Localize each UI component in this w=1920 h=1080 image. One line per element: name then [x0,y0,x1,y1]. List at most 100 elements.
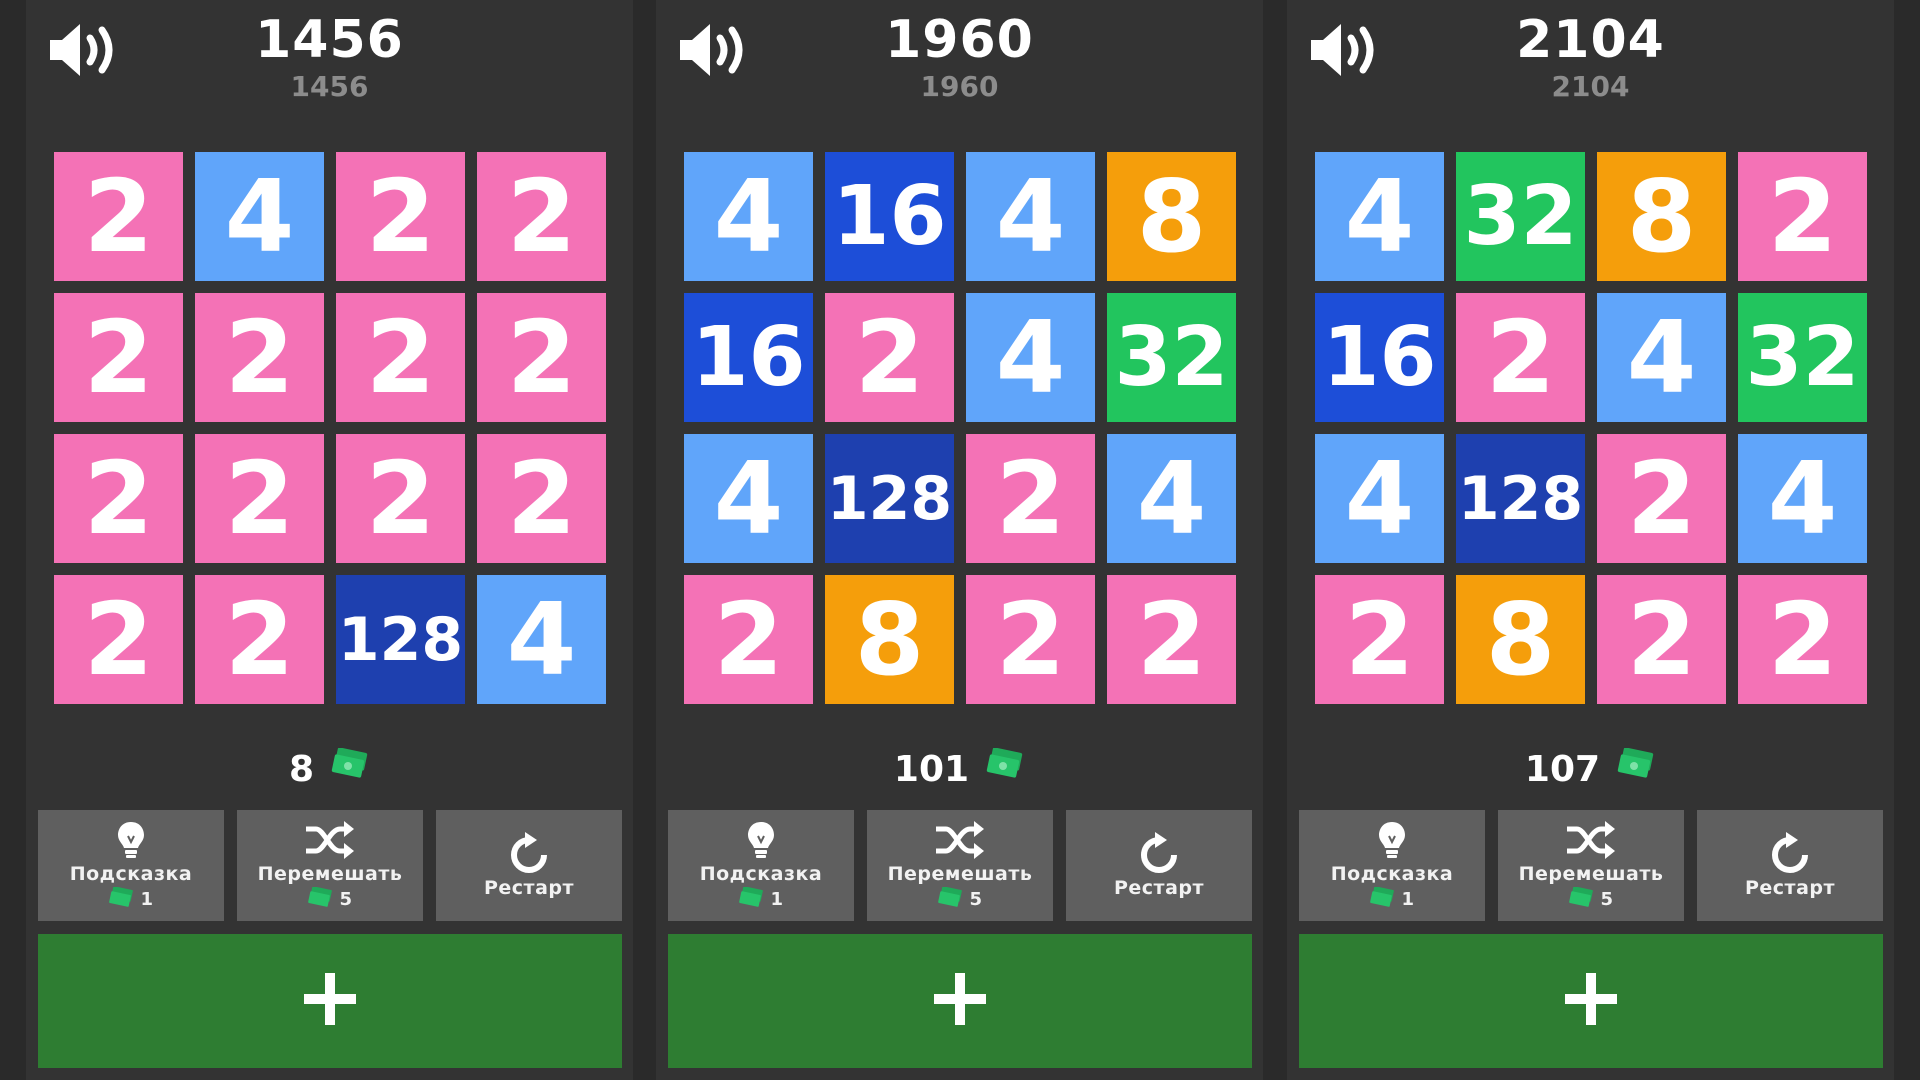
tile-r2-c1[interactable]: 16 [684,293,813,422]
coin-balance: 107 [1287,747,1894,791]
hint-cost-value: 1 [1401,889,1415,910]
tile-r1-c4[interactable]: 2 [1738,152,1867,281]
tile-r3-c2[interactable]: 2 [195,434,324,563]
cash-banknote-icon [1568,886,1594,912]
restart-icon [1768,831,1812,875]
cash-banknote-icon [330,747,370,791]
tile-r4-c2[interactable]: 8 [1456,575,1585,704]
tile-r3-c4[interactable]: 4 [1107,434,1236,563]
tile-r4-c4[interactable]: 4 [477,575,606,704]
tile-r4-c3[interactable]: 2 [1597,575,1726,704]
tile-r1-c1[interactable]: 2 [54,152,183,281]
game-board[interactable]: 4 16 4 8 16 2 4 32 4 128 2 4 2 8 2 2 [684,152,1236,704]
tile-r4-c1[interactable]: 2 [684,575,813,704]
tile-r1-c3[interactable]: 8 [1597,152,1726,281]
hint-label: Подсказка [699,863,823,885]
tile-r2-c4[interactable]: 32 [1738,293,1867,422]
tile-r2-c1[interactable]: 16 [1315,293,1444,422]
restart-label: Рестарт [1744,876,1836,899]
best-score-value: 1456 [290,70,369,103]
game-board[interactable]: 4 32 8 2 16 2 4 32 4 128 2 4 2 8 2 2 [1315,152,1867,704]
tile-r1-c3[interactable]: 2 [336,152,465,281]
add-button[interactable] [1299,934,1883,1068]
score-value: 1456 [255,10,404,70]
tile-r3-c2[interactable]: 128 [1456,434,1585,563]
tile-r4-c3[interactable]: 128 [336,575,465,704]
tile-r2-c3[interactable]: 4 [966,293,1095,422]
tile-r3-c3[interactable]: 2 [336,434,465,563]
shuffle-icon [1565,819,1617,861]
left-gutter [0,0,26,1080]
restart-icon [507,831,551,875]
coin-balance: 101 [656,747,1263,791]
tile-r2-c1[interactable]: 2 [54,293,183,422]
shuffle-button[interactable]: Перемешать 5 [237,810,423,921]
game-panel-1: 1456 1456 2 4 2 2 2 2 2 2 2 2 2 2 2 2 128 4 8 Подсказка [26,0,633,1080]
tile-r1-c3[interactable]: 4 [966,152,1095,281]
score-value: 1960 [885,10,1034,70]
game-board[interactable]: 2 4 2 2 2 2 2 2 2 2 2 2 2 2 128 4 [54,152,606,704]
tile-r2-c3[interactable]: 4 [1597,293,1726,422]
restart-button[interactable]: Рестарт [436,810,622,921]
restart-icon [1137,831,1181,875]
tile-r2-c3[interactable]: 2 [336,293,465,422]
tile-r3-c4[interactable]: 2 [477,434,606,563]
lightbulb-icon [746,819,776,861]
tile-r4-c1[interactable]: 2 [54,575,183,704]
cash-banknote-icon [108,886,134,912]
hint-button[interactable]: Подсказка 1 [38,810,224,921]
tile-r2-c4[interactable]: 2 [477,293,606,422]
tile-r3-c3[interactable]: 2 [1597,434,1726,563]
tile-r4-c1[interactable]: 2 [1315,575,1444,704]
restart-label: Рестарт [483,876,575,899]
tile-r3-c1[interactable]: 4 [684,434,813,563]
tile-r1-c2[interactable]: 16 [825,152,954,281]
shuffle-button[interactable]: Перемешать 5 [867,810,1053,921]
tile-r4-c2[interactable]: 8 [825,575,954,704]
tile-r3-c3[interactable]: 2 [966,434,1095,563]
restart-button[interactable]: Рестарт [1697,810,1883,921]
tile-r2-c2[interactable]: 2 [825,293,954,422]
tile-r1-c1[interactable]: 4 [1315,152,1444,281]
tile-r3-c4[interactable]: 4 [1738,434,1867,563]
tile-r4-c2[interactable]: 2 [195,575,324,704]
tile-r1-c4[interactable]: 8 [1107,152,1236,281]
shuffle-cost: 5 [1568,886,1614,912]
tile-r1-c4[interactable]: 2 [477,152,606,281]
add-button[interactable] [38,934,622,1068]
hint-button[interactable]: Подсказка 1 [668,810,854,921]
tile-r3-c2[interactable]: 128 [825,434,954,563]
coin-count: 8 [288,749,315,790]
shuffle-cost: 5 [307,886,352,912]
score-value: 2104 [1516,10,1665,70]
add-button[interactable] [668,934,1252,1068]
game-panel-2: 1960 1960 4 16 4 8 16 2 4 32 4 128 2 4 2 8 2 2 101 Подс… [656,0,1263,1080]
shuffle-cost-value: 5 [969,889,983,910]
tile-r2-c4[interactable]: 32 [1107,293,1236,422]
hint-label: Подсказка [1330,863,1454,885]
game-panel-3: 2104 2104 4 32 8 2 16 2 4 32 4 128 2 4 2 8 2 2 107 Подс… [1287,0,1894,1080]
shuffle-button[interactable]: Перемешать 5 [1498,810,1684,921]
tile-r1-c1[interactable]: 4 [684,152,813,281]
hint-label: Подсказка [69,863,193,885]
tile-r1-c2[interactable]: 32 [1456,152,1585,281]
shuffle-label: Перемешать [1518,863,1664,885]
restart-button[interactable]: Рестарт [1066,810,1252,921]
shuffle-icon [304,819,356,861]
tile-r1-c2[interactable]: 4 [195,152,324,281]
tile-r3-c1[interactable]: 4 [1315,434,1444,563]
tile-r2-c2[interactable]: 2 [195,293,324,422]
tile-r3-c1[interactable]: 2 [54,434,183,563]
tile-r4-c3[interactable]: 2 [966,575,1095,704]
middle-gutter-1 [633,0,656,1080]
shuffle-cost-value: 5 [1600,889,1614,910]
tile-r2-c2[interactable]: 2 [1456,293,1585,422]
coin-balance: 8 [26,747,633,791]
tile-r4-c4[interactable]: 2 [1738,575,1867,704]
cash-banknote-icon [985,747,1025,791]
cash-banknote-icon [738,886,764,912]
cash-banknote-icon [937,886,963,912]
hint-button[interactable]: Подсказка 1 [1299,810,1485,921]
tile-r4-c4[interactable]: 2 [1107,575,1236,704]
plus-icon [1561,969,1621,1033]
